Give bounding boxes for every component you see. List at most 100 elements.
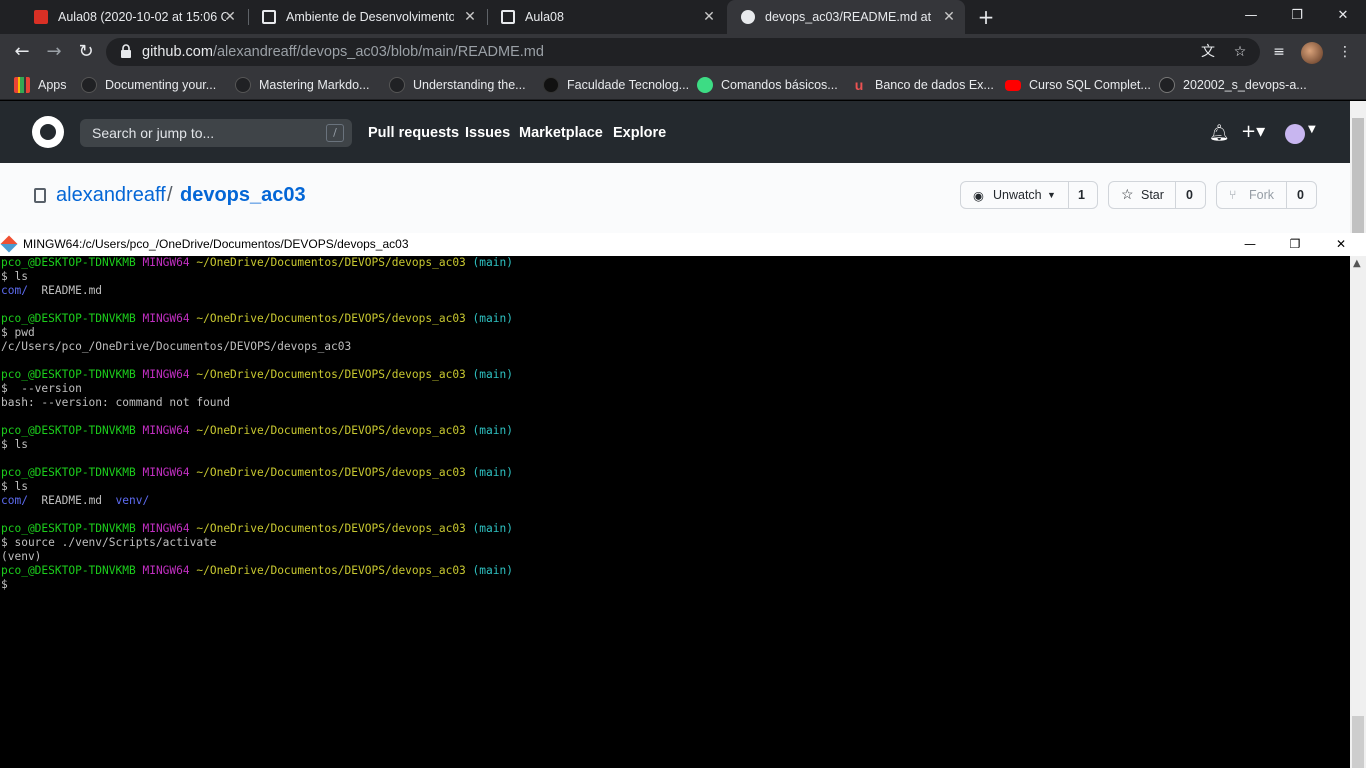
new-tab-button[interactable]: + <box>976 7 996 27</box>
fork-button[interactable]: ⑂ Fork 0 <box>1216 181 1317 209</box>
terminal-minimize-button[interactable]: — <box>1240 235 1260 253</box>
nav-explore[interactable]: Explore <box>613 125 666 141</box>
star-count[interactable]: 0 <box>1186 188 1193 202</box>
bookmark-comandos[interactable]: Comandos básicos... <box>697 76 838 94</box>
fork-count[interactable]: 0 <box>1297 188 1304 202</box>
restore-button[interactable]: ❐ <box>1286 6 1308 26</box>
tab-aula08[interactable]: Aula08 ✕ <box>487 0 725 34</box>
youtube-icon <box>1005 79 1021 91</box>
tab-title: Aula08 (2020-10-02 at 15:06 GMT <box>58 10 226 24</box>
media-control-icon[interactable]: ≡ <box>1270 43 1288 61</box>
close-tab-icon[interactable]: ✕ <box>462 9 478 25</box>
command-line: $ --version <box>1 382 82 395</box>
tab-readme-active[interactable]: devops_ac03/README.md at main ✕ <box>727 0 965 34</box>
terminal-scrollbar[interactable]: ▲ <box>1350 256 1366 768</box>
prompt-user: pco_@DESKTOP-TDNVKMB <box>1 424 136 437</box>
repo-header: alexandreaff / devops_ac03 ◉ Unwatch ▼ 1… <box>0 163 1350 233</box>
translate-icon[interactable]: 文 <box>1199 43 1217 61</box>
output-line: bash: --version: command not found <box>1 396 231 409</box>
bookmark-label: Faculdade Tecnolog... <box>567 78 690 92</box>
prompt-line: pco_@DESKTOP-TDNVKMB MINGW64 ~/OneDrive/… <box>1 368 513 382</box>
github-logo-icon[interactable] <box>32 116 64 148</box>
terminal-scrollbar-thumb[interactable] <box>1352 716 1364 768</box>
reload-icon[interactable]: ↻ <box>75 41 97 63</box>
repo-owner-link[interactable]: alexandreaff <box>56 184 166 207</box>
terminal-lines: pco_@DESKTOP-TDNVKMB MINGW64 ~/OneDrive/… <box>1 256 513 592</box>
ls-output-line: com/ README.md <box>1 284 513 298</box>
video-icon <box>34 10 48 24</box>
bookmark-label: 202002_s_devops-a... <box>1183 78 1307 92</box>
bookmark-faculdade[interactable]: Faculdade Tecnolog... <box>543 76 689 94</box>
prompt-user: pco_@DESKTOP-TDNVKMB <box>1 368 136 381</box>
nav-marketplace[interactable]: Marketplace <box>519 125 603 141</box>
bookmark-mastering[interactable]: Mastering Markdo... <box>235 76 369 94</box>
page-scrollbar-thumb[interactable] <box>1352 118 1364 234</box>
address-bar[interactable]: github.com/alexandreaff/devops_ac03/blob… <box>106 38 1260 66</box>
close-tab-icon[interactable]: ✕ <box>941 9 957 25</box>
classroom-icon <box>262 10 276 24</box>
close-tab-icon[interactable]: ✕ <box>701 9 717 25</box>
bookmark-curso-sql[interactable]: Curso SQL Complet... <box>1005 76 1151 94</box>
bookmark-label: Banco de dados Ex... <box>875 78 994 92</box>
prompt-path: ~/OneDrive/Documentos/DEVOPS/devops_ac03 <box>196 256 466 269</box>
url-text: github.com/alexandreaff/devops_ac03/blob… <box>142 44 544 60</box>
scroll-up-icon[interactable]: ▲ <box>1353 258 1361 269</box>
bookmark-devops[interactable]: 202002_s_devops-a... <box>1159 76 1307 94</box>
star-icon: ☆ <box>1121 186 1134 202</box>
nav-pull-requests[interactable]: Pull requests <box>368 125 459 141</box>
command-line: $ <box>1 578 8 591</box>
eye-icon: ◉ <box>973 189 984 203</box>
back-icon[interactable]: ← <box>11 41 33 63</box>
bookmark-star-icon[interactable]: ☆ <box>1231 43 1249 61</box>
forward-icon[interactable]: → <box>43 41 65 63</box>
close-tab-icon[interactable]: ✕ <box>222 9 238 25</box>
chevron-down-icon: ▼ <box>1308 124 1316 135</box>
prompt-path: ~/OneDrive/Documentos/DEVOPS/devops_ac03 <box>196 466 466 479</box>
bookmark-banco[interactable]: u Banco de dados Ex... <box>851 76 994 94</box>
terminal-output[interactable]: pco_@DESKTOP-TDNVKMB MINGW64 ~/OneDrive/… <box>0 256 1350 768</box>
output-line: /c/Users/pco_/OneDrive/Documentos/DEVOPS… <box>1 340 352 353</box>
bookmark-documenting[interactable]: Documenting your... <box>81 76 216 94</box>
prompt-system: MINGW64 <box>142 466 190 479</box>
minimize-button[interactable]: — <box>1240 6 1262 26</box>
terminal-close-button[interactable]: ✕ <box>1331 235 1351 253</box>
profile-avatar[interactable] <box>1301 42 1323 64</box>
directory-entry: venv/ <box>115 494 150 507</box>
bell-icon[interactable]: 🔔︎ <box>1209 123 1229 142</box>
close-window-button[interactable]: ✕ <box>1332 6 1354 26</box>
prompt-path: ~/OneDrive/Documentos/DEVOPS/devops_ac03 <box>196 522 466 535</box>
prompt-system: MINGW64 <box>142 424 190 437</box>
menu-kebab-icon[interactable]: ⋮ <box>1336 43 1354 61</box>
browser-tab-strip: Aula08 (2020-10-02 at 15:06 GMT ✕ Ambien… <box>0 0 1366 34</box>
tab-meet-recording[interactable]: Aula08 (2020-10-02 at 15:06 GMT ✕ <box>20 0 246 34</box>
tab-ambiente[interactable]: Ambiente de Desenvolvimento e ✕ <box>248 0 486 34</box>
prompt-line: pco_@DESKTOP-TDNVKMB MINGW64 ~/OneDrive/… <box>1 522 513 536</box>
prompt-line: pco_@DESKTOP-TDNVKMB MINGW64 ~/OneDrive/… <box>1 312 513 326</box>
bookmark-understanding[interactable]: Understanding the... <box>389 76 526 94</box>
terminal-restore-button[interactable]: ❐ <box>1285 235 1305 253</box>
create-new-plus-icon[interactable]: +▾ <box>1241 121 1265 142</box>
github-search-input[interactable]: Search or jump to... / <box>80 119 352 147</box>
prompt-path: ~/OneDrive/Documentos/DEVOPS/devops_ac03 <box>196 368 466 381</box>
prompt-line: pco_@DESKTOP-TDNVKMB MINGW64 ~/OneDrive/… <box>1 256 513 270</box>
repo-path-separator: / <box>167 184 173 206</box>
nav-issues[interactable]: Issues <box>465 125 510 141</box>
watch-count[interactable]: 1 <box>1078 188 1085 202</box>
repo-name-link[interactable]: devops_ac03 <box>180 184 306 207</box>
unwatch-button[interactable]: ◉ Unwatch ▼ 1 <box>960 181 1098 209</box>
bookmark-label: Understanding the... <box>413 78 526 92</box>
prompt-line: pco_@DESKTOP-TDNVKMB MINGW64 ~/OneDrive/… <box>1 564 513 578</box>
bookmark-label: Mastering Markdo... <box>259 78 370 92</box>
star-button[interactable]: ☆ Star 0 <box>1108 181 1206 209</box>
terminal-titlebar[interactable]: MINGW64:/c/Users/pco_/OneDrive/Documento… <box>0 233 1366 256</box>
user-avatar[interactable] <box>1285 124 1305 144</box>
bookmark-label: Comandos básicos... <box>721 78 838 92</box>
bookmark-apps[interactable]: Apps <box>14 76 67 94</box>
github-icon <box>81 77 97 93</box>
terminal-title: MINGW64:/c/Users/pco_/OneDrive/Documento… <box>23 237 409 251</box>
prompt-system: MINGW64 <box>142 368 190 381</box>
prompt-branch: (main) <box>472 368 513 381</box>
